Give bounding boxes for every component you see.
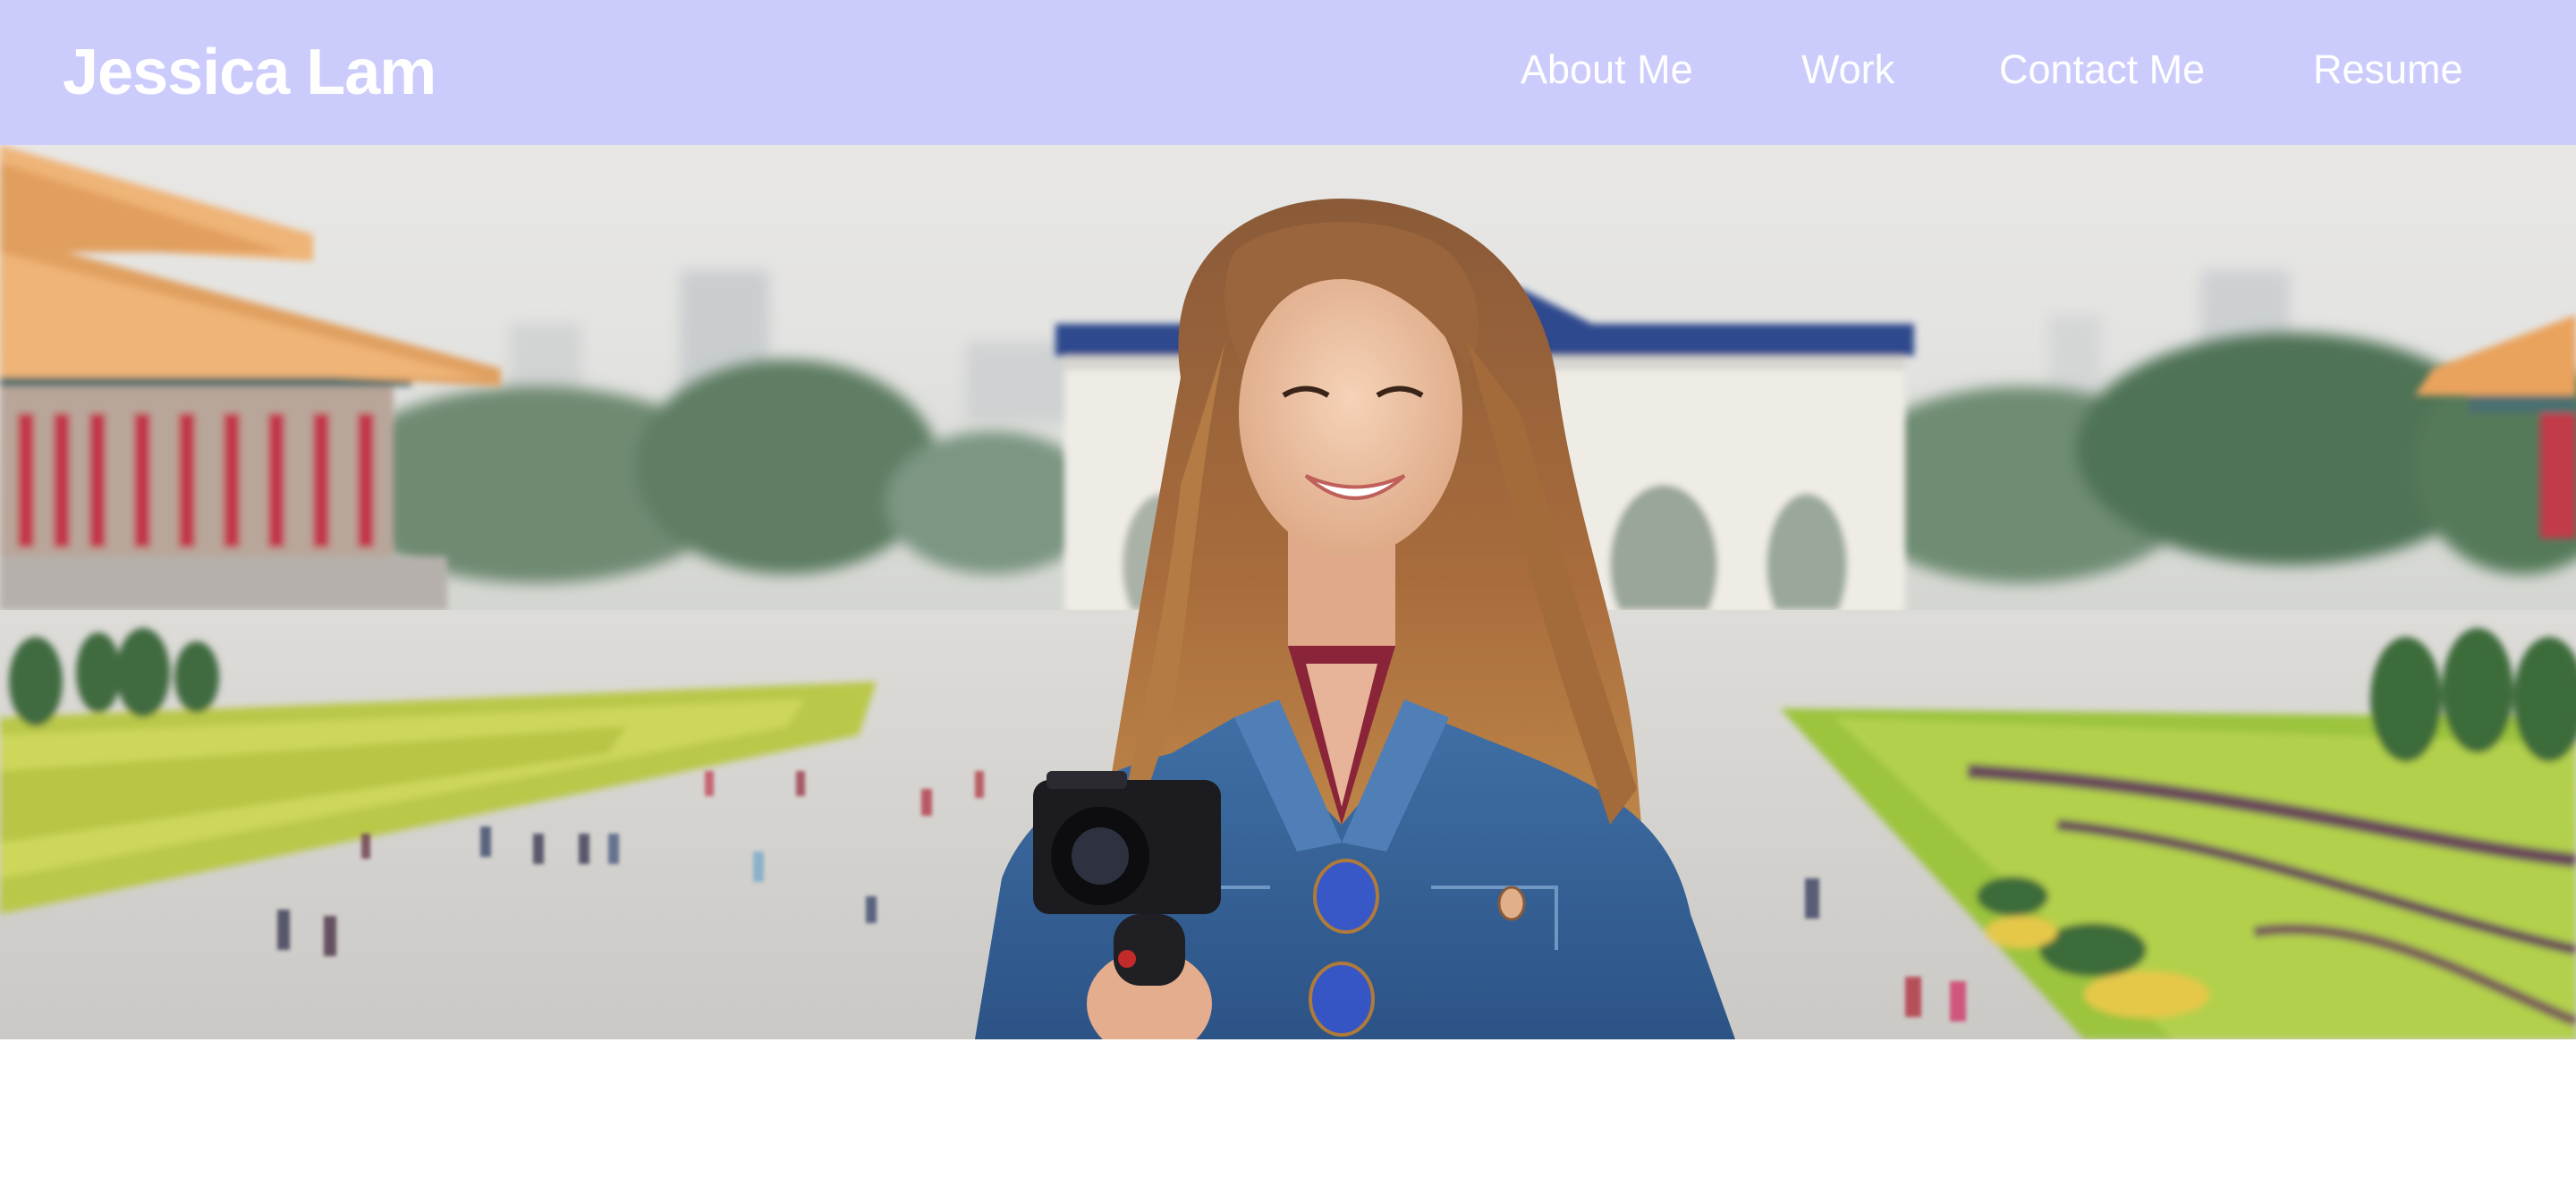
hero-photo bbox=[0, 145, 2576, 1039]
nav-link-work[interactable]: Work bbox=[1801, 41, 1894, 98]
hero-image bbox=[0, 145, 2576, 1039]
brand-logo-link[interactable]: Jessica Lam bbox=[63, 32, 436, 113]
nav-link-contact-me[interactable]: Contact Me bbox=[1999, 41, 2205, 98]
nav-link-resume[interactable]: Resume bbox=[2313, 41, 2463, 98]
page-body-blank bbox=[0, 1039, 2576, 1195]
nav-link-about-me[interactable]: About Me bbox=[1521, 41, 1693, 98]
site-header: Jessica Lam About Me Work Contact Me Res… bbox=[0, 0, 2576, 145]
